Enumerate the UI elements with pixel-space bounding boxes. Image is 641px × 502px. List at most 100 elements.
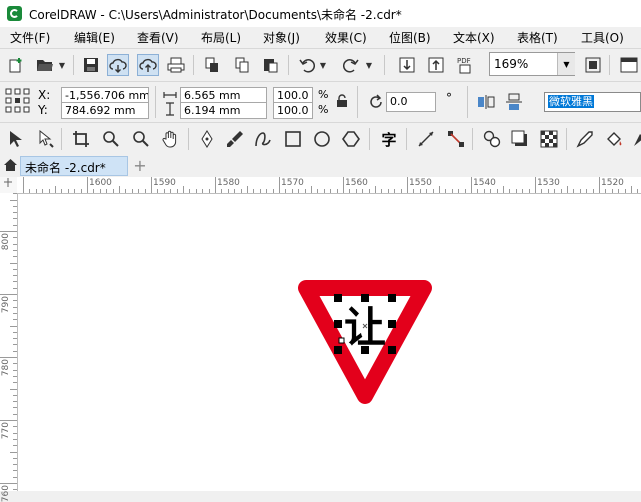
ruler-label: 770 [1,422,11,440]
paste-icon[interactable] [259,54,281,76]
drop-shadow-icon[interactable] [509,128,531,150]
menu-edit[interactable]: 编辑(E) [74,29,115,46]
selection-handles[interactable] [330,291,400,355]
mirror-vertical-icon[interactable] [505,93,523,114]
ruler-tick [80,189,82,193]
ruler-tick [13,344,17,346]
connector-tool-icon[interactable] [445,128,467,150]
separator [193,55,194,75]
height-field[interactable]: 6.194 mm [180,102,267,119]
export-icon[interactable] [425,54,447,76]
rotation-field[interactable]: 0.0 [386,92,436,112]
pan-zoom-icon[interactable] [130,128,152,150]
pen-tool-icon[interactable] [196,128,218,150]
undo-dropdown-icon[interactable]: ▼ [319,54,327,76]
horizontal-ruler[interactable]: 1600 1590 1580 1570 1560 1550 1540 1530 1520 [17,177,641,194]
menu-table[interactable]: 表格(T) [517,29,558,46]
menu-file[interactable]: 文件(F) [10,29,50,46]
menu-text[interactable]: 文本(X) [453,29,495,46]
separator [73,55,74,75]
redo-dropdown-icon[interactable]: ▼ [365,54,373,76]
ellipse-tool-icon[interactable] [311,128,333,150]
ruler-tick [131,189,133,193]
separator [357,86,358,118]
ruler-tick [13,413,17,415]
ruler-tick [151,177,152,193]
separator [369,128,370,150]
add-tab-button[interactable]: + [132,158,148,174]
smart-fill-icon[interactable] [628,128,641,150]
reference-point-icon[interactable] [5,88,31,117]
import-icon[interactable] [396,54,418,76]
ruler-tick [483,189,485,193]
undo-icon[interactable] [296,54,318,76]
ruler-tick [29,189,31,193]
artistic-media-icon[interactable] [224,128,246,150]
publish-pdf-icon[interactable]: PDF [455,54,477,76]
open-folder-icon[interactable] [34,54,56,76]
pick-tool-icon[interactable] [4,128,26,150]
save-icon[interactable] [80,54,102,76]
menu-view[interactable]: 查看(V) [137,29,179,46]
ruler-tick [13,224,17,226]
scale-height-field[interactable]: 100.0 [273,102,313,119]
ruler-tick [426,189,428,193]
ruler-tick [611,189,613,193]
zoom-tool-icon[interactable] [100,128,122,150]
cloud-export-icon[interactable] [137,54,159,76]
menu-tools[interactable]: 工具(O) [581,29,624,46]
ruler-label: 1560 [345,178,368,188]
ruler-tick [195,189,197,193]
ruler-tick [87,177,88,193]
ruler-tick [13,369,17,371]
y-position-field[interactable]: 784.692 mm [61,102,149,119]
cut-icon[interactable] [201,54,223,76]
transparency-tool-icon[interactable] [538,128,560,150]
full-screen-icon[interactable] [582,54,604,76]
scale-width-unit: % [318,88,329,101]
height-icon [164,102,176,119]
ruler-tick [13,237,17,239]
font-list-field[interactable]: 微软雅黑 [544,92,641,112]
new-document-icon[interactable] [5,54,27,76]
ruler-tick [0,357,17,358]
crop-tool-icon[interactable] [70,128,92,150]
text-tool-icon[interactable]: 字 [378,128,400,150]
vertical-ruler[interactable]: 800 790 780 770 760 [0,193,18,502]
copy-icon[interactable] [231,54,253,76]
lock-ratio-icon[interactable] [336,94,348,111]
pan-tool-icon[interactable] [159,128,181,150]
menu-effects[interactable]: 效果(C) [325,29,367,46]
mirror-horizontal-icon[interactable] [477,94,495,113]
zoom-dropdown-icon[interactable]: ▼ [557,53,575,75]
eyedropper-tool-icon[interactable] [574,128,596,150]
print-icon[interactable] [165,54,187,76]
ruler-tick [176,189,178,193]
polygon-tool-icon[interactable] [340,128,362,150]
shape-tool-icon[interactable] [34,128,56,150]
degree-unit: ° [446,91,452,105]
open-dropdown-icon[interactable]: ▼ [58,54,66,76]
y-label: Y: [38,103,48,117]
home-icon[interactable] [3,158,18,175]
ruler-tick [445,189,447,193]
ruler-tick [13,268,17,270]
menu-bitmaps[interactable]: 位图(B) [389,29,431,46]
ruler-origin[interactable] [0,177,18,194]
ruler-label: 1520 [601,178,624,188]
blend-tool-icon[interactable] [481,128,503,150]
ruler-label: 1540 [473,178,496,188]
interactive-fill-icon[interactable] [603,128,625,150]
menu-object[interactable]: 对象(J) [263,29,300,46]
menu-layout[interactable]: 布局(L) [201,29,241,46]
ruler-tick [170,189,172,193]
ruler-tick [23,177,24,193]
show-rulers-icon[interactable] [618,54,640,76]
ruler-tick [0,420,17,421]
rectangle-tool-icon[interactable] [282,128,304,150]
redo-icon[interactable] [340,54,362,76]
ruler-tick [266,189,268,193]
freehand-curve-icon[interactable] [252,128,274,150]
dimension-tool-icon[interactable] [415,128,437,150]
cloud-import-icon[interactable] [107,54,129,76]
